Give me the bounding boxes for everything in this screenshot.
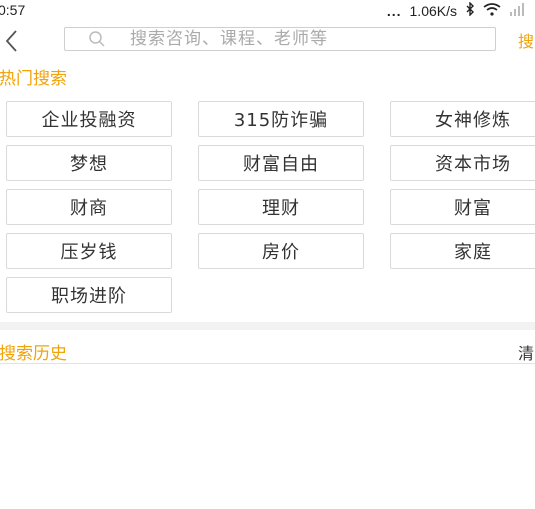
net-speed: 1.06K/s	[409, 2, 457, 19]
status-bar: 0:57 ... 1.06K/s	[0, 0, 535, 22]
hot-search-title: 热门搜索	[0, 69, 67, 89]
hot-tag[interactable]: 财商	[6, 189, 172, 225]
hot-tag[interactable]: 家庭	[390, 233, 535, 269]
search-submit-button[interactable]: 搜	[518, 28, 534, 52]
search-history-title: 搜索历史	[0, 344, 67, 364]
wifi-icon	[483, 2, 501, 19]
hot-tag[interactable]: 压岁钱	[6, 233, 172, 269]
search-field[interactable]	[64, 27, 496, 51]
hot-tag[interactable]: 职场进阶	[6, 277, 172, 313]
clear-history-button[interactable]: 清	[518, 340, 534, 364]
status-time: 0:57	[0, 2, 26, 18]
search-icon	[89, 31, 105, 47]
hot-tag[interactable]: 财富自由	[198, 145, 364, 181]
back-button[interactable]	[4, 24, 26, 58]
hot-tag[interactable]: 房价	[198, 233, 364, 269]
status-icons: ... 1.06K/s	[386, 1, 525, 19]
hot-tag[interactable]: 理财	[198, 189, 364, 225]
hot-tag[interactable]: 企业投融资	[6, 101, 172, 137]
hot-tag[interactable]: 女神修炼	[390, 101, 535, 137]
search-input[interactable]	[128, 28, 462, 50]
hot-tag[interactable]: 资本市场	[390, 145, 535, 181]
hot-tag[interactable]: 财富	[390, 189, 535, 225]
notification-dots: ...	[386, 2, 402, 19]
bluetooth-icon	[465, 1, 475, 19]
chevron-left-icon	[5, 30, 17, 52]
hot-tag[interactable]: 315防诈骗	[198, 101, 364, 137]
search-bar: 搜	[0, 24, 535, 58]
hot-tag[interactable]: 梦想	[6, 145, 172, 181]
signal-icon	[509, 2, 525, 19]
section-divider	[0, 322, 535, 330]
history-divider	[0, 363, 535, 364]
